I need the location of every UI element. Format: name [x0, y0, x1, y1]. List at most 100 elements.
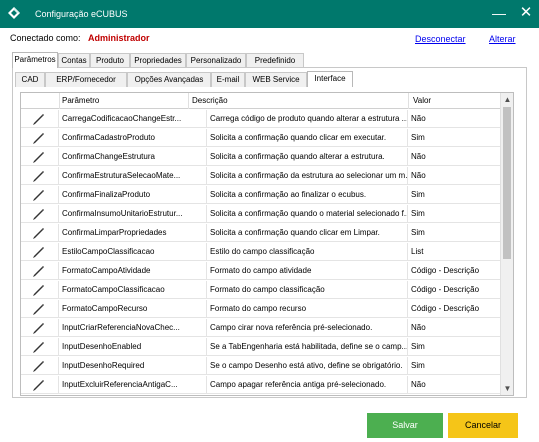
value-cell[interactable]: Código - Descrição	[408, 281, 501, 299]
description-cell[interactable]: Solicita a confirmação da estrutura ao s…	[207, 167, 408, 185]
description-cell[interactable]: Se a TabEngenharia está habilitada, defi…	[207, 338, 408, 356]
param-cell[interactable]: FormatoCampoAtividade	[59, 262, 207, 280]
value-cell[interactable]: Não	[408, 376, 501, 394]
scroll-up-icon[interactable]: ▲	[501, 93, 513, 106]
column-header-valor[interactable]: Valor	[413, 96, 431, 105]
description-cell[interactable]: Carrega código de produto quando alterar…	[207, 110, 408, 128]
edit-cell[interactable]	[21, 129, 59, 147]
table-row[interactable]: ConfirmaChangeEstrutura Solicita a confir…	[21, 148, 501, 166]
tab-parametros[interactable]: Parâmetros	[12, 52, 58, 68]
param-cell[interactable]: InputExcluirReferenciaAntigaC...	[59, 376, 207, 394]
cancel-button[interactable]: Cancelar	[448, 413, 518, 438]
table-row[interactable]: EstiloCampoClassificacao Estilo do campo …	[21, 243, 501, 261]
tab-personalizado[interactable]: Personalizado	[186, 53, 246, 68]
table-row[interactable]: FormatoCampoClassificacao Formato do camp…	[21, 281, 501, 299]
param-cell[interactable]: FormatoCampoRecurso	[59, 300, 207, 318]
tab-produto[interactable]: Produto	[90, 53, 130, 68]
edit-cell[interactable]	[21, 186, 59, 204]
edit-cell[interactable]	[21, 148, 59, 166]
param-cell[interactable]: ConfirmaFinalizaProduto	[59, 186, 207, 204]
description-cell[interactable]: Campo apagar referência antiga pré-selec…	[207, 376, 408, 394]
value-cell[interactable]: List	[408, 243, 501, 261]
value-cell[interactable]: Sim	[408, 224, 501, 242]
table-row[interactable]: FormatoCampoAtividade Formato do campo at…	[21, 262, 501, 280]
param-cell[interactable]: InputDesenhoEnabled	[59, 338, 207, 356]
description-cell[interactable]: Solicita a confirmação ao finalizar o ec…	[207, 186, 408, 204]
description-cell[interactable]: Formato do campo recurso	[207, 300, 408, 318]
edit-cell[interactable]	[21, 300, 59, 318]
minimize-button[interactable]: —	[489, 3, 509, 23]
param-cell[interactable]: InputCriarReferenciaNovaChec...	[59, 319, 207, 337]
value-cell[interactable]: Código - Descrição	[408, 300, 501, 318]
description-cell[interactable]: Estilo do campo classificação	[207, 243, 408, 261]
value-cell[interactable]: Não	[408, 148, 501, 166]
edit-cell[interactable]	[21, 205, 59, 223]
value-cell[interactable]: Sim	[408, 357, 501, 375]
edit-cell[interactable]	[21, 224, 59, 242]
tab-email[interactable]: E-mail	[211, 72, 245, 87]
tab-cad[interactable]: CAD	[15, 72, 45, 87]
param-cell[interactable]: ConfirmaEstruturaSelecaoMate...	[59, 167, 207, 185]
table-row[interactable]: InputDesenhoRequired Se o campo Desenho e…	[21, 357, 501, 375]
value-cell[interactable]: Sim	[408, 186, 501, 204]
edit-cell[interactable]	[21, 243, 59, 261]
param-cell[interactable]: InputDesenhoRequired	[59, 357, 207, 375]
table-row[interactable]: CarregaCodificacaoChangeEstr... Carrega c…	[21, 110, 501, 128]
value-cell[interactable]: Não	[408, 319, 501, 337]
param-cell[interactable]: ConfirmaChangeEstrutura	[59, 148, 207, 166]
disconnect-link[interactable]: Desconectar	[415, 34, 466, 44]
table-row[interactable]: InputDesenhoEnabled Se a TabEngenharia es…	[21, 338, 501, 356]
value-cell[interactable]: Sim	[408, 129, 501, 147]
column-header-descricao[interactable]: Descrição	[192, 96, 228, 105]
value-cell[interactable]: Não	[408, 167, 501, 185]
close-button[interactable]: ✕	[516, 3, 536, 23]
param-cell[interactable]: ConfirmaInsumoUnitarioEstrutur...	[59, 205, 207, 223]
column-header-parametro[interactable]: Parâmetro	[62, 96, 99, 105]
tab-contas[interactable]: Contas	[58, 53, 90, 68]
save-button[interactable]: Salvar	[367, 413, 443, 438]
edit-cell[interactable]	[21, 376, 59, 394]
description-cell[interactable]: Formato do campo classificação	[207, 281, 408, 299]
description-cell[interactable]: Solicita a confirmação quando o material…	[207, 205, 408, 223]
edit-cell[interactable]	[21, 110, 59, 128]
value-cell[interactable]: Sim	[408, 338, 501, 356]
tab-opcoes-avancadas[interactable]: Opções Avançadas	[127, 72, 211, 87]
table-row[interactable]: FormatoCampoRecurso Formato do campo recu…	[21, 300, 501, 318]
value-cell[interactable]: Código - Descrição	[408, 262, 501, 280]
scroll-thumb[interactable]	[503, 107, 511, 259]
tab-interface[interactable]: Interface	[307, 71, 353, 87]
param-cell[interactable]: ConfirmaLimparPropriedades	[59, 224, 207, 242]
param-cell[interactable]: ConfirmaCadastroProduto	[59, 129, 207, 147]
scroll-down-icon[interactable]: ▼	[501, 382, 513, 395]
edit-cell[interactable]	[21, 319, 59, 337]
table-row[interactable]: ConfirmaEstruturaSelecaoMate... Solicita …	[21, 167, 501, 185]
table-row[interactable]: InputCriarReferenciaNovaChec... Campo cir…	[21, 319, 501, 337]
edit-cell[interactable]	[21, 281, 59, 299]
description-cell[interactable]: Formato do campo atividade	[207, 262, 408, 280]
table-row[interactable]: ConfirmaCadastroProduto Solicita a confir…	[21, 129, 501, 147]
param-cell[interactable]: FormatoCampoClassificacao	[59, 281, 207, 299]
edit-cell[interactable]	[21, 262, 59, 280]
table-row[interactable]: InputExcluirReferenciaAntigaC... Campo ap…	[21, 376, 501, 394]
table-row[interactable]: ConfirmaLimparPropriedades Solicita a con…	[21, 224, 501, 242]
edit-cell[interactable]	[21, 338, 59, 356]
param-cell[interactable]: CarregaCodificacaoChangeEstr...	[59, 110, 207, 128]
table-row[interactable]: ConfirmaInsumoUnitarioEstrutur... Solicit…	[21, 205, 501, 223]
tab-predefinido[interactable]: Predefinido	[246, 53, 304, 68]
description-cell[interactable]: Se o campo Desenho está ativo, define se…	[207, 357, 408, 375]
value-cell[interactable]: Não	[408, 110, 501, 128]
tab-erp-fornecedor[interactable]: ERP/Fornecedor	[45, 72, 127, 87]
edit-cell[interactable]	[21, 167, 59, 185]
edit-cell[interactable]	[21, 357, 59, 375]
tab-web-service[interactable]: WEB Service	[245, 72, 307, 87]
change-user-link[interactable]: Alterar	[489, 34, 516, 44]
table-row[interactable]: ConfirmaFinalizaProduto Solicita a confir…	[21, 186, 501, 204]
description-cell[interactable]: Solicita a confirmação quando clicar em …	[207, 224, 408, 242]
value-cell[interactable]: Sim	[408, 205, 501, 223]
description-cell[interactable]: Campo cirar nova referência pré-selecion…	[207, 319, 408, 337]
description-cell[interactable]: Solicita a confirmação quando clicar em …	[207, 129, 408, 147]
param-cell[interactable]: EstiloCampoClassificacao	[59, 243, 207, 261]
tab-propriedades[interactable]: Propriedades	[130, 53, 186, 68]
description-cell[interactable]: Solicita a confirmação quando alterar a …	[207, 148, 408, 166]
vertical-scrollbar[interactable]: ▲ ▼	[500, 93, 513, 395]
